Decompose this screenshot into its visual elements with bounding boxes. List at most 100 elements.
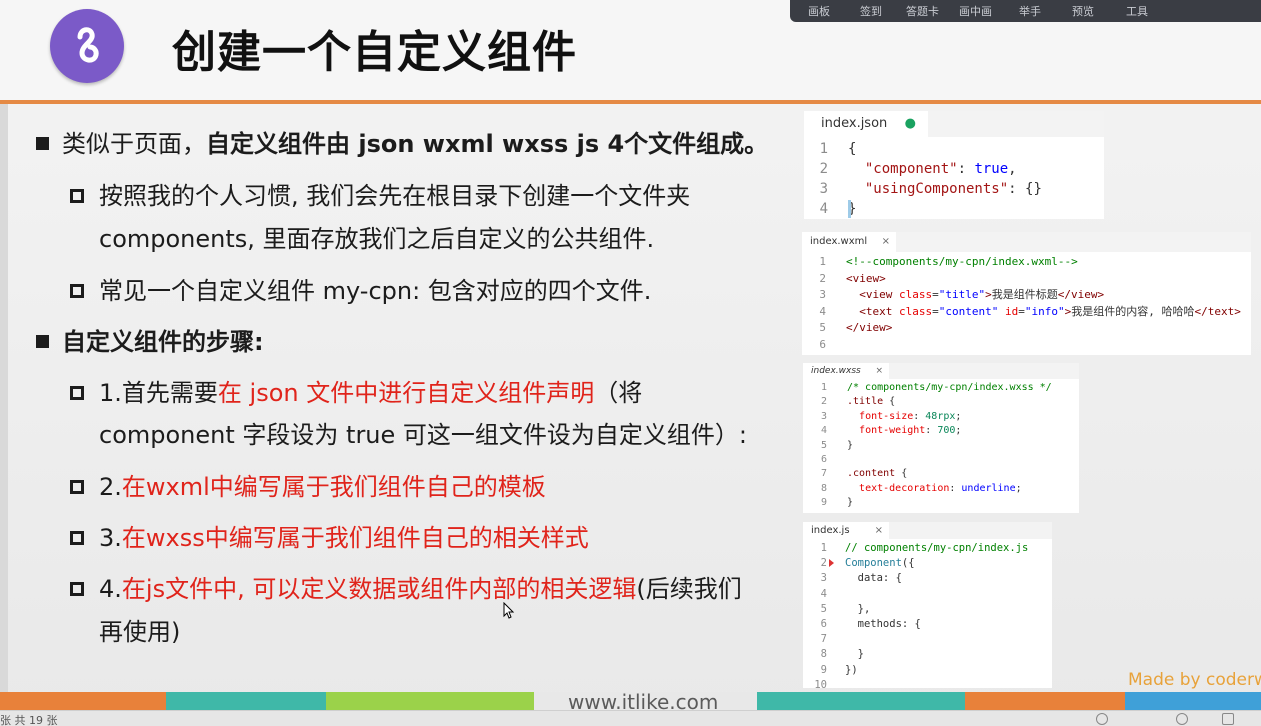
slide-count: 张 共 19 张 (0, 714, 58, 726)
code-token: 700 (937, 425, 956, 437)
close-tab-icon[interactable]: × (882, 232, 890, 252)
code-token: class (899, 288, 933, 302)
bullet-text: 1.首先需要在 json 文件中进行自定义组件声明（将 (99, 378, 642, 408)
editor-tab-label: index.js (811, 525, 850, 536)
bullet-marker-hollow (70, 531, 84, 545)
code-panel-wxss: index.wxss × 1 /* components/my-cpn/index.w… (803, 363, 1079, 513)
editor-tab[interactable]: index.wxss × (803, 363, 889, 379)
code-line: font-size: 48rpx; (847, 410, 961, 424)
bullet-text: component 字段设为 true 可这一组文件设为自定义组件）: (99, 420, 747, 450)
bullet-marker-hollow (70, 386, 84, 400)
line-number: 1 (820, 542, 827, 554)
code-line: /* components/my-cpn/index.wxss */ (847, 381, 1052, 395)
code-token: } (847, 497, 854, 509)
editor-tab-bar: index.wxml × (802, 232, 1251, 252)
fold-arrow-icon[interactable] (829, 559, 834, 568)
code-token: { (848, 141, 857, 157)
code-line: methods: { (845, 617, 921, 632)
code-line: font-weight: 700; (847, 424, 961, 438)
line-number: 1 (819, 255, 826, 268)
bullet-text: 2.在wxml中编写属于我们组件自己的模板 (99, 472, 546, 502)
line-number: 3 (819, 181, 828, 197)
code-token: methods: { (845, 618, 921, 630)
editor-tab-bar: index.json ● (804, 111, 1104, 137)
editor-tab[interactable]: index.js × (803, 522, 889, 539)
toolbar-item-whiteboard[interactable]: 画板 (808, 3, 830, 19)
code-line: { (848, 139, 856, 159)
code-token: : (925, 425, 938, 437)
editor-tab-label: index.wxss (811, 366, 861, 376)
line-number: 2 (820, 396, 827, 408)
bullet-segment: 在js文件中, 可以定义数据或组件内部的相关逻辑 (121, 575, 637, 603)
text-cursor (848, 200, 851, 218)
bullet-marker-hollow (70, 480, 84, 494)
code-line: "usingComponents": {} (848, 179, 1042, 199)
toolbar-item-preview[interactable]: 预览 (1072, 3, 1094, 19)
code-line: <text class="content" id="info">我是组件的内容,… (846, 304, 1241, 321)
line-number: 4 (819, 201, 828, 217)
strip-segment (0, 692, 166, 710)
line-number: 6 (819, 338, 826, 351)
line-number: 7 (820, 468, 827, 480)
code-token: <!--components/my-cpn/index.wxml--> (846, 255, 1078, 268)
code-token: "component" (864, 161, 958, 177)
view-mode-icon[interactable] (1222, 713, 1234, 725)
code-token: true (974, 161, 1009, 177)
editor-tab[interactable]: index.json ● (804, 111, 928, 137)
unsaved-dot-icon[interactable]: ● (905, 111, 916, 137)
code-line: } (847, 496, 853, 510)
toolbar-item-checkin[interactable]: 签到 (860, 3, 882, 19)
code-token: <view> (846, 271, 886, 285)
miniprogram-logo-icon (50, 9, 124, 83)
close-tab-icon[interactable]: × (875, 522, 883, 539)
code-token: } (847, 439, 854, 451)
code-token: </view> (1057, 288, 1105, 302)
bullet-segment: 常见一个自定义组件 my-cpn: 包含对应的四个文件. (99, 277, 652, 305)
code-token: "info" (1024, 304, 1065, 318)
code-line: data: { (845, 571, 902, 586)
line-number: 10 (814, 678, 827, 691)
code-token: "content" (938, 304, 999, 318)
code-token: : (957, 161, 975, 177)
line-number: 5 (820, 439, 827, 451)
code-token: 我是组件的内容, 哈哈哈 (1071, 304, 1195, 318)
code-line: text-decoration: underline; (847, 482, 1022, 496)
prev-slide-icon[interactable] (1096, 713, 1108, 725)
toolbar-item-answer-card[interactable]: 答题卡 (906, 3, 939, 19)
close-tab-icon[interactable]: × (875, 363, 883, 379)
line-number: 4 (819, 304, 826, 318)
code-line: } (847, 439, 853, 453)
editor-tab[interactable]: index.wxml × (802, 232, 896, 252)
code-token: = (1018, 304, 1025, 318)
toolbar-item-pip[interactable]: 画中画 (959, 3, 992, 19)
toolbar-item-raise-hand[interactable]: 举手 (1019, 3, 1041, 19)
line-number: 5 (819, 321, 826, 335)
line-number: 6 (820, 618, 827, 630)
next-slide-icon[interactable] (1176, 713, 1188, 725)
slide-title: 创建一个自定义组件 (172, 27, 577, 78)
code-panel-wxml: index.wxml × 1 <!--components/my-cpn/index.… (802, 232, 1251, 355)
code-token: }, (845, 602, 871, 615)
code-token: ({ (901, 557, 915, 570)
bullet-text: 常见一个自定义组件 my-cpn: 包含对应的四个文件. (99, 276, 651, 306)
bullet-segment: 在wxss中编写属于我们组件自己的相关样式 (121, 524, 589, 552)
status-bar: 张 共 19 张 (0, 710, 1261, 726)
code-panel-json: index.json ● 1 {2 "component": true, 3 "usin… (804, 111, 1104, 219)
editor-tab-label: index.json (821, 116, 888, 131)
editor-tab-label: index.wxml (810, 236, 868, 247)
toolbar-item-tools[interactable]: 工具 (1126, 3, 1148, 19)
line-number: 5 (820, 602, 827, 615)
code-token: // components/my-cpn/index.js (845, 542, 1029, 554)
code-line: } (845, 647, 864, 662)
code-token: /* components/my-cpn/index.wxss */ (847, 382, 1052, 393)
code-token: 48rpx (925, 410, 956, 422)
line-number: 6 (820, 454, 827, 465)
code-token: </text> (1194, 304, 1241, 318)
code-token: "title" (938, 288, 986, 302)
code-line: }, (845, 602, 871, 617)
bullet-text: 按照我的个人习惯, 我们会先在根目录下创建一个文件夹 (99, 181, 690, 211)
bullet-segment: 在 json 文件中进行自定义组件声明 (217, 379, 595, 407)
bullet-segment: 类似于页面， (62, 130, 206, 158)
header-divider (0, 100, 1261, 104)
